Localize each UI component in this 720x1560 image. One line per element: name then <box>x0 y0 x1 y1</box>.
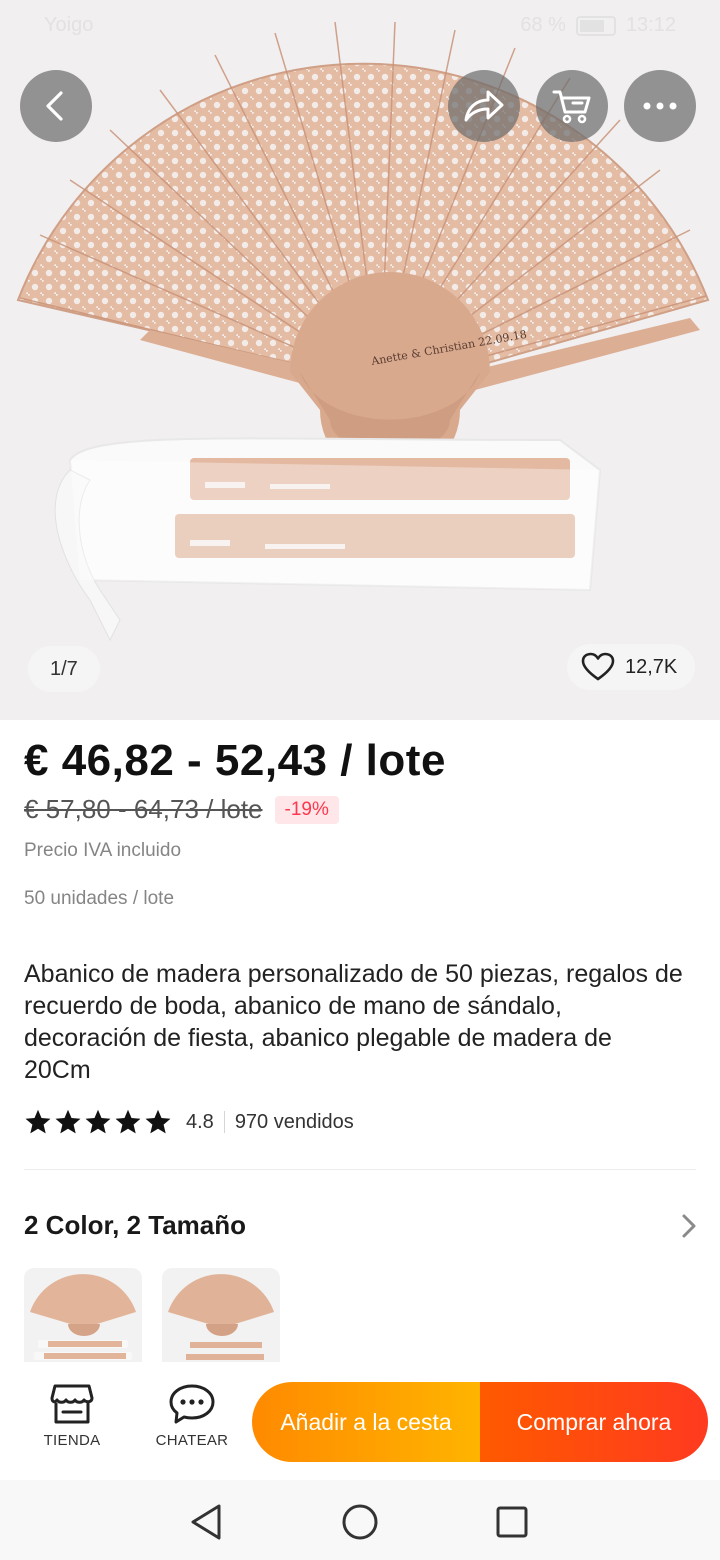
likes-count: 12,7K <box>625 655 678 678</box>
circle-home-icon <box>342 1504 378 1540</box>
units-per-lot: 50 unidades / lote <box>24 888 175 909</box>
triangle-back-icon <box>191 1504 221 1540</box>
store-icon <box>50 1384 94 1424</box>
sold-count: 970 vendidos <box>234 1110 354 1133</box>
store-button[interactable]: TIENDA <box>22 1382 122 1449</box>
buy-now-button[interactable]: Comprar ahora <box>480 1382 708 1462</box>
cart-icon <box>552 90 591 124</box>
add-to-cart-button[interactable]: Añadir a la cesta <box>252 1382 480 1462</box>
chat-label: CHATEAR <box>155 1432 229 1449</box>
more-options-button[interactable] <box>624 70 696 142</box>
bottom-action-bar: TIENDA CHATEAR Añadir a la cesta Comprar… <box>0 1362 720 1480</box>
back-button[interactable] <box>20 70 92 142</box>
original-price: € 57,80 - 64,73 / lote <box>24 794 263 824</box>
more-icon <box>643 102 677 110</box>
rating-stars <box>24 1108 172 1136</box>
nav-back-button[interactable] <box>184 1500 228 1544</box>
battery-icon <box>575 15 616 36</box>
nav-recents-button[interactable] <box>490 1500 534 1544</box>
product-image: Anette & Christian 22.09.18 <box>16 21 710 642</box>
star-icon <box>85 1109 111 1134</box>
store-label: TIENDA <box>43 1432 101 1449</box>
rating-value: 4.8 <box>186 1110 214 1133</box>
status-bar: Yoigo 68 % 13:12 <box>0 0 720 52</box>
star-icon <box>25 1109 51 1134</box>
chevron-right-icon[interactable] <box>680 1212 698 1240</box>
price: € 46,82 - 52,43 / lote <box>24 736 446 785</box>
chat-button[interactable]: CHATEAR <box>142 1382 242 1449</box>
variant-image <box>30 1274 136 1360</box>
share-icon <box>464 90 504 122</box>
product-image-gallery[interactable]: Anette & Christian 22.09.18 Yoigo 68 % 1… <box>0 0 720 720</box>
section-divider <box>24 1169 696 1170</box>
wishlist-button[interactable]: 12,7K <box>567 644 695 690</box>
variants-title[interactable]: 2 Color, 2 Tamaño <box>24 1210 246 1241</box>
variant-image <box>168 1274 274 1360</box>
star-icon <box>145 1109 171 1134</box>
old-price-row: € 57,80 - 64,73 / lote -19% <box>24 794 339 825</box>
tax-note: Precio IVA incluido <box>24 840 182 861</box>
back-arrow-icon <box>46 91 63 121</box>
square-recents-icon <box>496 1506 528 1538</box>
star-icon <box>55 1109 81 1134</box>
chat-icon <box>169 1384 215 1424</box>
rating-row[interactable]: 4.8 970 vendidos <box>24 1108 354 1136</box>
battery-percent: 68 % <box>520 14 566 36</box>
heart-icon <box>581 652 615 681</box>
share-button[interactable] <box>448 70 520 142</box>
discount-badge: -19% <box>274 795 339 824</box>
divider <box>223 1111 225 1133</box>
nav-home-button[interactable] <box>338 1500 382 1544</box>
variant-thumbnail[interactable] <box>162 1268 280 1362</box>
clock: 13:12 <box>625 14 676 36</box>
variant-thumbnail[interactable] <box>24 1268 142 1362</box>
carrier-label: Yoigo <box>44 14 94 36</box>
product-title: Abanico de madera personalizado de 50 pi… <box>24 960 683 1084</box>
star-icon <box>115 1109 141 1134</box>
system-navigation-bar <box>0 1480 720 1560</box>
cart-button[interactable] <box>536 70 608 142</box>
image-counter: 1/7 <box>28 646 100 692</box>
